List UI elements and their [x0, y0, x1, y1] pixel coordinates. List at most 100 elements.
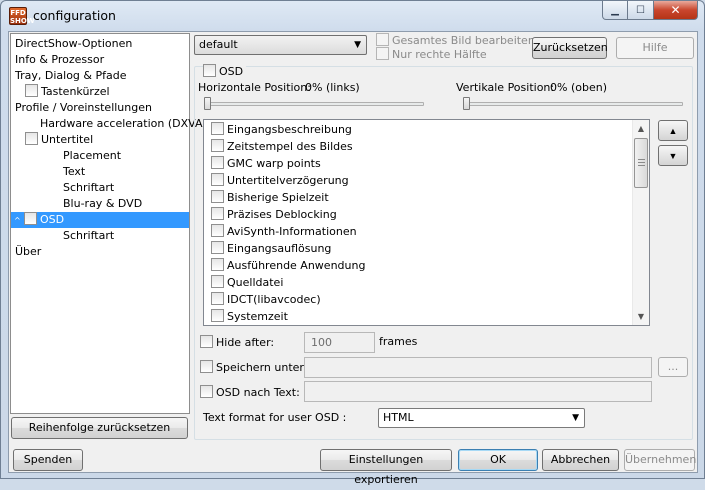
hide-after-input[interactable]: 100: [304, 332, 375, 353]
text-format-label: Text format for user OSD :: [203, 411, 347, 424]
list-item[interactable]: IDCT(libavcodec): [211, 291, 321, 308]
osd-enable-checkbox[interactable]: [203, 64, 216, 77]
donate-button[interactable]: Spenden: [13, 449, 83, 471]
list-item-checkbox[interactable]: [211, 207, 224, 220]
list-item[interactable]: Präzises Deblocking: [211, 206, 337, 223]
tree-item-about[interactable]: Über: [15, 244, 41, 260]
whole-image-option[interactable]: Gesamtes Bild bearbeiten: [376, 33, 535, 48]
right-half-option[interactable]: Nur rechte Hälfte: [376, 47, 487, 62]
save-to-checkbox[interactable]: [200, 360, 213, 373]
list-item-checkbox[interactable]: [211, 224, 224, 237]
list-item[interactable]: AviSynth-Informationen: [211, 223, 357, 240]
apply-button[interactable]: Übernehmen: [624, 449, 696, 471]
vertical-position-slider[interactable]: [463, 97, 470, 110]
grip-line: [638, 159, 645, 160]
move-down-button[interactable]: ▼: [658, 145, 688, 166]
text-format-value: HTML: [383, 411, 414, 424]
hotkeys-checkbox[interactable]: [25, 84, 38, 97]
tree-item-profiles-presets[interactable]: Profile / Voreinstellungen: [15, 100, 152, 116]
list-item[interactable]: Zeitstempel des Bildes: [211, 138, 353, 155]
horizontal-position-slider[interactable]: [204, 97, 211, 110]
save-to-path-input[interactable]: [304, 357, 652, 378]
collapse-icon[interactable]: ^: [14, 213, 24, 229]
reset-order-button[interactable]: Reihenfolge zurücksetzen: [11, 417, 188, 439]
osd-enable-option[interactable]: OSD: [203, 64, 247, 79]
tree-item-osd[interactable]: ^ OSD: [11, 212, 189, 228]
list-item-checkbox[interactable]: [211, 292, 224, 305]
list-item-label: Untertitelverzögerung: [227, 174, 349, 187]
scroll-up-icon[interactable]: ▲: [633, 120, 649, 137]
list-item[interactable]: Eingangsbeschreibung: [211, 121, 352, 138]
osd-to-text-input[interactable]: [304, 381, 652, 402]
list-item-checkbox[interactable]: [211, 309, 224, 322]
osd-enable-label: OSD: [219, 65, 244, 78]
reset-button[interactable]: Zurücksetzen: [532, 37, 608, 59]
browse-button[interactable]: ...: [658, 357, 688, 377]
hide-after-option[interactable]: Hide after:: [200, 335, 274, 350]
tree-item-directshow-options[interactable]: DirectShow-Optionen: [15, 36, 132, 52]
list-item-label: IDCT(libavcodec): [227, 293, 321, 306]
list-item[interactable]: Systemzeit: [211, 308, 288, 325]
vertical-position-value: 0% (oben): [550, 81, 607, 94]
tree-item-osd-font[interactable]: Schriftart: [63, 228, 114, 244]
tree-item-font[interactable]: Schriftart: [63, 180, 114, 196]
osd-tree-checkbox[interactable]: [24, 212, 37, 225]
text-format-combobox[interactable]: HTML ▼: [378, 408, 585, 428]
list-item-checkbox[interactable]: [211, 258, 224, 271]
title-bar[interactable]: FFD SHOW configuration ▁ ☐ ✕: [1, 1, 704, 31]
tree-item-hotkeys[interactable]: Tastenkürzel: [25, 84, 110, 100]
right-half-checkbox[interactable]: [376, 47, 389, 60]
osd-items-list[interactable]: Eingangsbeschreibung Zeitstempel des Bil…: [203, 119, 650, 326]
list-item[interactable]: GMC warp points: [211, 155, 321, 172]
osd-to-text-checkbox[interactable]: [200, 385, 213, 398]
minimize-button[interactable]: ▁: [602, 1, 628, 20]
settings-tree[interactable]: DirectShow-Optionen Info & Prozessor Tra…: [10, 33, 207, 414]
list-item[interactable]: Bisherige Spielzeit: [211, 189, 329, 206]
subtitles-checkbox[interactable]: [25, 132, 38, 145]
list-item-label: Systemzeit: [227, 310, 288, 323]
scroll-down-icon[interactable]: ▼: [633, 308, 649, 325]
close-button[interactable]: ✕: [654, 1, 698, 20]
list-item-checkbox[interactable]: [211, 241, 224, 254]
window-controls: ▁ ☐ ✕: [602, 1, 698, 21]
maximize-button[interactable]: ☐: [628, 1, 654, 20]
list-item-label: Ausführende Anwendung: [227, 259, 366, 272]
list-item-checkbox[interactable]: [211, 190, 224, 203]
tree-item-bluray-dvd[interactable]: Blu-ray & DVD: [63, 196, 142, 212]
dialog-client-area: DirectShow-Optionen Info & Prozessor Tra…: [8, 31, 698, 486]
list-scrollbar[interactable]: ▲ ▼: [632, 120, 649, 325]
list-item-checkbox[interactable]: [211, 173, 224, 186]
list-item-checkbox[interactable]: [211, 275, 224, 288]
list-item[interactable]: Untertitelverzögerung: [211, 172, 349, 189]
list-item-label: Zeitstempel des Bildes: [227, 140, 353, 153]
cancel-button[interactable]: Abbrechen: [542, 449, 619, 471]
ok-button[interactable]: OK: [458, 449, 538, 471]
save-to-option[interactable]: Speichern unter:: [200, 360, 307, 375]
list-item[interactable]: Ausführende Anwendung: [211, 257, 365, 274]
preset-combobox[interactable]: default ▼: [194, 35, 367, 55]
grip-line: [638, 165, 645, 166]
list-item[interactable]: Eingangsauflösung: [211, 240, 331, 257]
osd-to-text-option[interactable]: OSD nach Text:: [200, 385, 300, 400]
tree-item-tray-dialog-paths[interactable]: Tray, Dialog & Pfade: [15, 68, 126, 84]
export-settings-button[interactable]: Einstellungen exportieren: [320, 449, 452, 486]
move-up-button[interactable]: ▲: [658, 120, 688, 141]
list-item-checkbox[interactable]: [211, 122, 224, 135]
help-button[interactable]: Hilfe: [616, 37, 694, 59]
tree-item-placement[interactable]: Placement: [63, 148, 121, 164]
list-item[interactable]: Quelldatei: [211, 274, 283, 291]
osd-to-text-label: OSD nach Text:: [216, 386, 300, 399]
hide-after-checkbox[interactable]: [200, 335, 213, 348]
tree-item-subtitles[interactable]: Untertitel: [25, 132, 93, 148]
tree-item-label: Text: [63, 165, 86, 178]
tree-item-info-processor[interactable]: Info & Prozessor: [15, 52, 104, 68]
list-item-checkbox[interactable]: [211, 156, 224, 169]
whole-image-checkbox[interactable]: [376, 33, 389, 46]
tree-item-hardware-acceleration[interactable]: Hardware acceleration (DXVA): [40, 116, 207, 132]
tree-item-label: OSD: [40, 213, 65, 226]
tree-item-label: Schriftart: [63, 181, 115, 194]
scrollbar-thumb[interactable]: [634, 138, 648, 188]
list-item-checkbox[interactable]: [211, 139, 224, 152]
chevron-down-icon: ▼: [354, 40, 361, 50]
tree-item-text[interactable]: Text: [63, 164, 85, 180]
